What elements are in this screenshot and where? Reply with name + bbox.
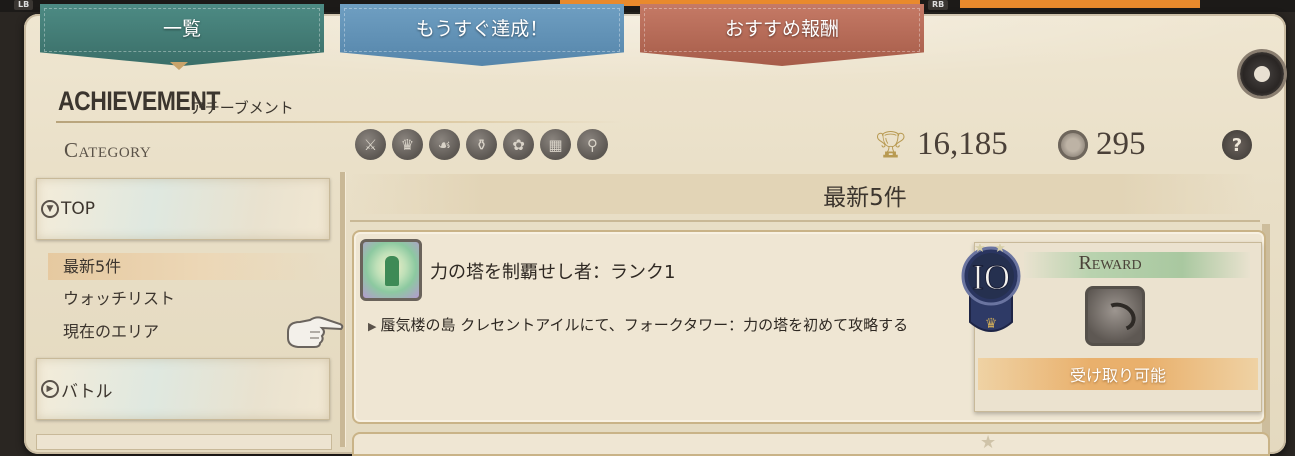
- close-button[interactable]: [1240, 52, 1284, 96]
- progress-bar-right: [960, 0, 1200, 8]
- lb-button-hint: LB: [14, 0, 34, 10]
- tab-label: おすすめ報酬: [724, 18, 839, 40]
- sidebar-group-top[interactable]: ▼ TOP: [36, 178, 330, 240]
- title-divider: [56, 121, 622, 123]
- quests-icon[interactable]: ▦: [540, 129, 571, 160]
- star-icon: ★: [974, 244, 986, 256]
- badge-trophy-icon: ♛: [985, 316, 998, 332]
- pvp-icon[interactable]: ♛: [392, 129, 423, 160]
- points-badge: ♛ IO ★ ★: [961, 244, 1021, 332]
- items-icon[interactable]: ⚱: [466, 129, 497, 160]
- section-title: 最新5件: [823, 185, 907, 211]
- tab-label: もうすぐ達成！: [415, 18, 549, 40]
- characters-icon[interactable]: ☙: [429, 129, 460, 160]
- active-tab-marker: [170, 62, 188, 72]
- achievement-points-value: 16,185: [917, 126, 1008, 162]
- sidebar-divider: [340, 172, 345, 447]
- section-divider: [350, 220, 1260, 222]
- horn-shape: [1098, 298, 1140, 336]
- tab-label: 一覧: [162, 18, 201, 40]
- sidebar-group-label: TOP: [61, 199, 96, 219]
- bullet-triangle-icon: ▶: [368, 320, 377, 333]
- coins-value: 295: [1096, 126, 1146, 162]
- claim-reward-button[interactable]: 受け取り可能: [978, 358, 1258, 390]
- horn-icon[interactable]: [1085, 286, 1145, 346]
- help-button[interactable]: ?: [1222, 130, 1252, 160]
- reward-title: Reward: [1078, 252, 1142, 274]
- coin-icon: [1058, 129, 1088, 160]
- sidebar-item-latest-5[interactable]: 最新5件: [48, 253, 328, 280]
- page-subtitle: アチーブメント: [190, 99, 294, 117]
- rb-button-hint: RB: [928, 0, 949, 10]
- badge-points-text: IO: [972, 257, 1010, 297]
- sidebar-group-label: バトル: [61, 381, 113, 402]
- crafting-icon[interactable]: ✿: [503, 129, 534, 160]
- category-filter-bar: ⚔ ♛ ☙ ⚱ ✿ ▦ ⚲: [355, 129, 608, 160]
- achievement-description: ▶ 蜃気楼の島 クレセントアイルにて、フォークタワー：力の塔を初めて攻略する: [368, 315, 968, 337]
- achievement-figure-icon: [385, 256, 399, 286]
- sidebar-group-next[interactable]: [36, 434, 332, 450]
- expanded-arrow-icon: ▼: [41, 200, 59, 218]
- achievement-points: 🏆︎ 16,185: [874, 126, 1008, 163]
- achievement-coins: 295: [1058, 126, 1146, 163]
- achievement-description-text: 蜃気楼の島 クレセントアイルにて、フォークタワー：力の塔を初めて攻略する: [380, 316, 909, 334]
- collapsed-arrow-icon: ▶: [41, 380, 59, 398]
- achievement-name: 力の塔を制覇せし者：ランク1: [430, 262, 676, 283]
- trophy-icon: 🏆︎: [874, 129, 908, 160]
- sidebar-group-battle[interactable]: ▶ バトル: [36, 358, 330, 420]
- exploration-icon[interactable]: ⚲: [577, 129, 608, 160]
- hand-pointer-icon: [287, 316, 344, 348]
- star-icon: ★: [994, 244, 1006, 256]
- sidebar-item-watchlist[interactable]: ウォッチリスト: [48, 285, 328, 312]
- achievement-icon: [360, 239, 422, 301]
- battle-icon[interactable]: ⚔: [355, 129, 386, 160]
- category-label: Category: [64, 138, 152, 162]
- achievement-card-next[interactable]: [352, 432, 1270, 456]
